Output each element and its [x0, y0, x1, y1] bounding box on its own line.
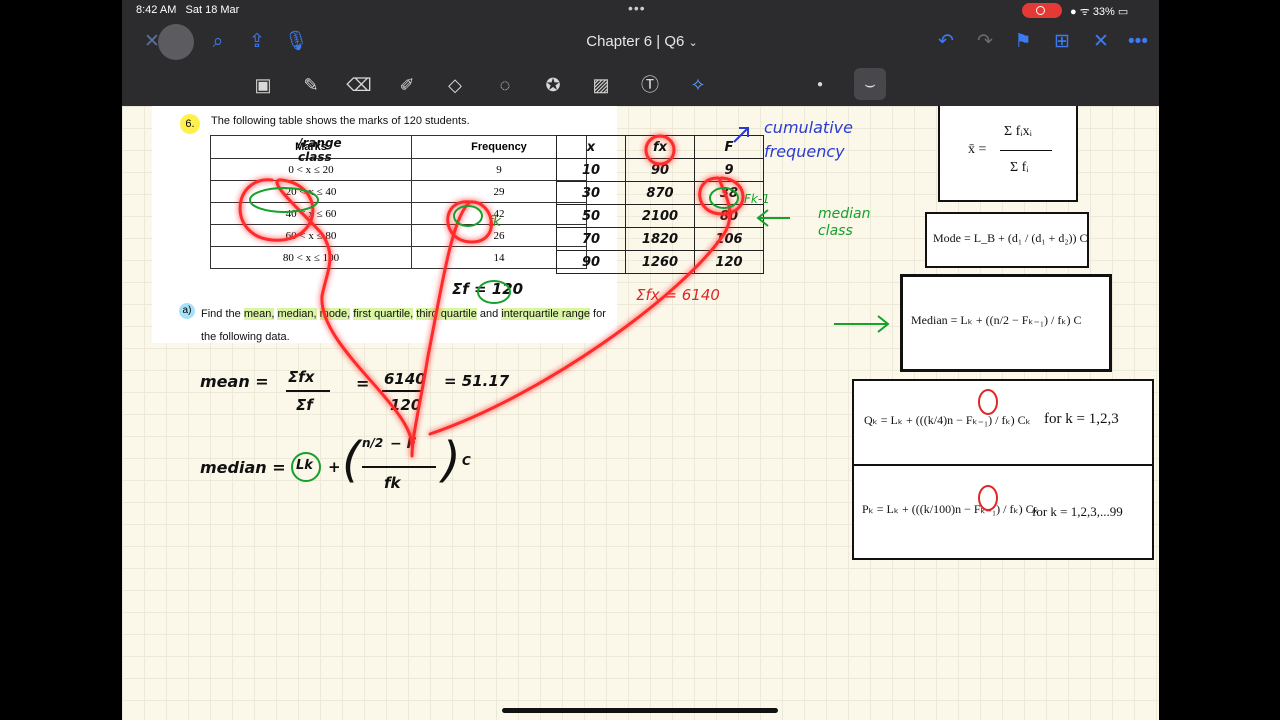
document-title[interactable]: Chapter 6 | Q6 ⌄	[562, 33, 722, 50]
red-circle-fx	[644, 134, 676, 166]
pen-color-dot-icon[interactable]: ●	[807, 72, 833, 98]
battery-status: ● ᯤ 33% ▭	[1070, 6, 1129, 18]
status-bar: 8:42 AM Sat 18 Mar ••• ● ᯤ 33% ▭	[122, 0, 1159, 22]
laser-loop-class	[238, 178, 414, 448]
pen-icon[interactable]: ✎	[298, 72, 324, 98]
arrow-median-formula	[834, 315, 890, 333]
green-circle-lk	[291, 452, 321, 482]
laser-loop-fk	[410, 200, 493, 458]
share-icon[interactable]: ⇪	[243, 28, 271, 56]
laser-loop-F	[428, 176, 745, 436]
green-circle-median-class	[249, 187, 319, 213]
bookmark-icon[interactable]: ⚑	[1009, 28, 1037, 56]
add-page-icon[interactable]: ⊞	[1048, 28, 1076, 56]
search-icon[interactable]: ⌕	[204, 28, 232, 56]
text-icon[interactable]: Ⓣ	[637, 72, 663, 98]
screen-recording-icon[interactable]	[1022, 3, 1062, 18]
more-icon[interactable]: •••	[1124, 28, 1152, 56]
thumbnails-icon[interactable]	[158, 24, 194, 60]
zoom-window-icon[interactable]: ▣	[250, 72, 276, 98]
eraser-icon[interactable]: ⌫	[346, 72, 372, 98]
status-time: 8:42 AM Sat 18 Mar	[136, 4, 240, 16]
stroke-width-icon[interactable]: ⌣	[854, 68, 886, 100]
arrow-cumulative	[733, 127, 749, 143]
highlighter-icon[interactable]: ✐	[394, 72, 420, 98]
red-circle-percentile-F	[978, 485, 998, 511]
multitasking-dots-icon[interactable]: •••	[628, 0, 646, 16]
home-indicator[interactable]	[502, 708, 778, 713]
ink-strokes	[238, 127, 998, 511]
green-circle-sigma-f	[477, 280, 511, 304]
shapes-icon[interactable]: ◇	[442, 72, 468, 98]
undo-icon[interactable]: ↶	[932, 28, 960, 56]
lasso-icon[interactable]: ◌	[492, 72, 518, 98]
goodnotes-screen: 8:42 AM Sat 18 Mar ••• ● ᯤ 33% ▭ ✕ ⌕ ⇪ 🎙…	[122, 0, 1159, 720]
exit-close-icon[interactable]: ✕	[1087, 28, 1115, 56]
redo-icon[interactable]: ↷	[971, 28, 999, 56]
microphone-icon[interactable]: 🎙︎	[282, 28, 310, 56]
navigation-bar: ✕ ⌕ ⇪ 🎙︎ Chapter 6 | Q6 ⌄ ↶ ↷ ⚑ ⊞ ✕ •••	[122, 22, 1159, 62]
arrow-median-class	[756, 209, 790, 227]
tool-bar: ▣ ✎ ⌫ ✐ ◇ ◌ ✪ ▨ Ⓣ ✧ ● ⌣	[122, 62, 1159, 106]
green-circle-fk	[453, 205, 483, 227]
laser-pointer-icon[interactable]: ✧	[685, 72, 711, 98]
notebook-page[interactable]: 6. The following table shows the marks o…	[122, 106, 1159, 720]
image-icon[interactable]: ▨	[588, 72, 614, 98]
red-circle-quartile-F	[978, 389, 998, 415]
elements-icon[interactable]: ✪	[540, 72, 566, 98]
